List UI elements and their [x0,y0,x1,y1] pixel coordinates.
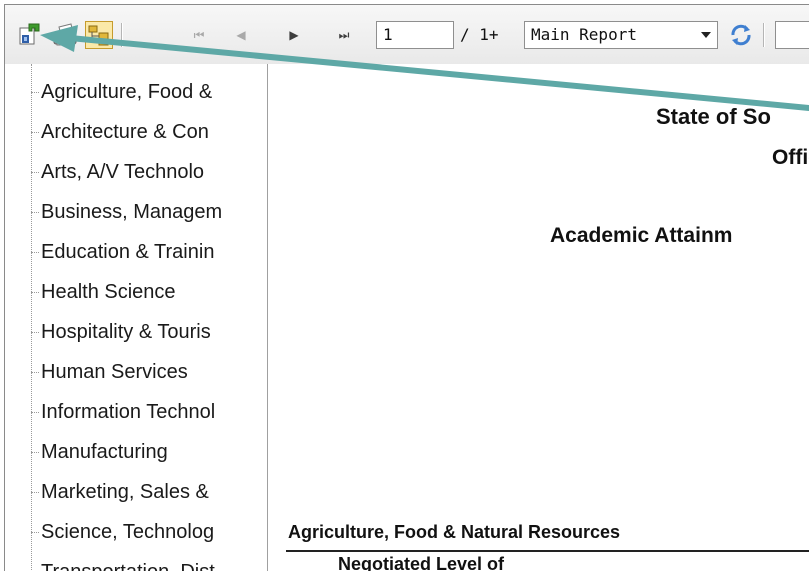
tree-item[interactable]: Agriculture, Food & [31,72,267,112]
first-page-button[interactable]: ⏮ [190,24,208,46]
tree-item-label: Science, Technolog [41,521,215,543]
report-page: State of So Offic Academic Attainm Agric… [268,64,809,571]
previous-page-button[interactable]: ◀ [232,24,250,46]
section-heading: Agriculture, Food & Natural Resources [288,522,621,542]
tree-item[interactable]: Human Services [31,352,267,392]
tree-item-label: Hospitality & Touris [41,321,211,343]
search-input[interactable] [775,21,809,49]
report-toolbar: ⏮ ◀ ▶ ⏭ 1 / 1+ Main Report [5,5,809,65]
report-viewer: ⏮ ◀ ▶ ⏭ 1 / 1+ Main Report Agriculture, … [4,4,809,571]
group-tree-toggle-button[interactable] [85,21,113,49]
tree-item-label: Architecture & Con [41,121,209,143]
tree-item-label: Agriculture, Food & [41,81,213,103]
tree-item-label: Education & Trainin [41,241,215,263]
last-page-icon: ⏭ [338,28,350,42]
refresh-button[interactable] [727,21,755,49]
report-selector-dropdown[interactable]: Main Report [524,21,718,49]
group-tree-panel: Agriculture, Food & Architecture & Con A… [5,64,268,571]
tree-item-label: Human Services [41,361,188,383]
report-heading: Academic Attainm [550,224,733,247]
export-button[interactable] [15,21,43,49]
report-title: State of So [656,104,771,129]
print-button[interactable] [51,21,79,49]
tree-item-label: Business, Managem [41,201,223,223]
report-subtitle: Offic [772,146,809,169]
export-icon [19,23,40,45]
tree-item-label: Arts, A/V Technolo [41,161,205,183]
tree-item[interactable]: Business, Managem [31,192,267,232]
tree-item[interactable]: Science, Technolog [31,512,267,552]
refresh-icon [731,24,751,46]
last-page-button[interactable]: ⏭ [335,24,353,46]
tree-item[interactable]: Hospitality & Touris [31,312,267,352]
column-heading: Negotiated Level of [338,554,505,571]
tree-item[interactable]: Architecture & Con [31,112,267,152]
tree-item[interactable]: Arts, A/V Technolo [31,152,267,192]
toolbar-separator [763,23,765,47]
tree-item-label: Manufacturing [41,441,168,463]
tree-item-label: Transportation, Dist [41,552,215,571]
next-page-button[interactable]: ▶ [285,24,303,46]
section-divider [286,550,809,552]
next-page-icon: ▶ [289,28,299,42]
tree-item[interactable]: Marketing, Sales & [31,472,267,512]
tree-item-label: Health Science [41,281,176,303]
print-icon [53,23,77,46]
group-tree-toggle-icon [88,25,109,46]
tree-item[interactable]: Manufacturing [31,432,267,472]
tree-item[interactable]: Health Science [31,272,267,312]
chevron-down-icon [701,32,711,38]
page-number-input[interactable]: 1 [376,21,454,49]
toolbar-separator [121,23,123,47]
first-page-icon: ⏮ [193,28,205,42]
tree-item[interactable]: Information Technol [31,392,267,432]
tree-item-label: Information Technol [41,401,216,423]
tree-item-label: Marketing, Sales & [41,481,209,503]
page-total-label: / 1+ [460,25,499,44]
tree-item[interactable]: Transportation, Dist [31,552,267,571]
report-selector-value: Main Report [531,25,637,44]
tree-item[interactable]: Education & Trainin [31,232,267,272]
previous-page-icon: ◀ [236,28,246,42]
